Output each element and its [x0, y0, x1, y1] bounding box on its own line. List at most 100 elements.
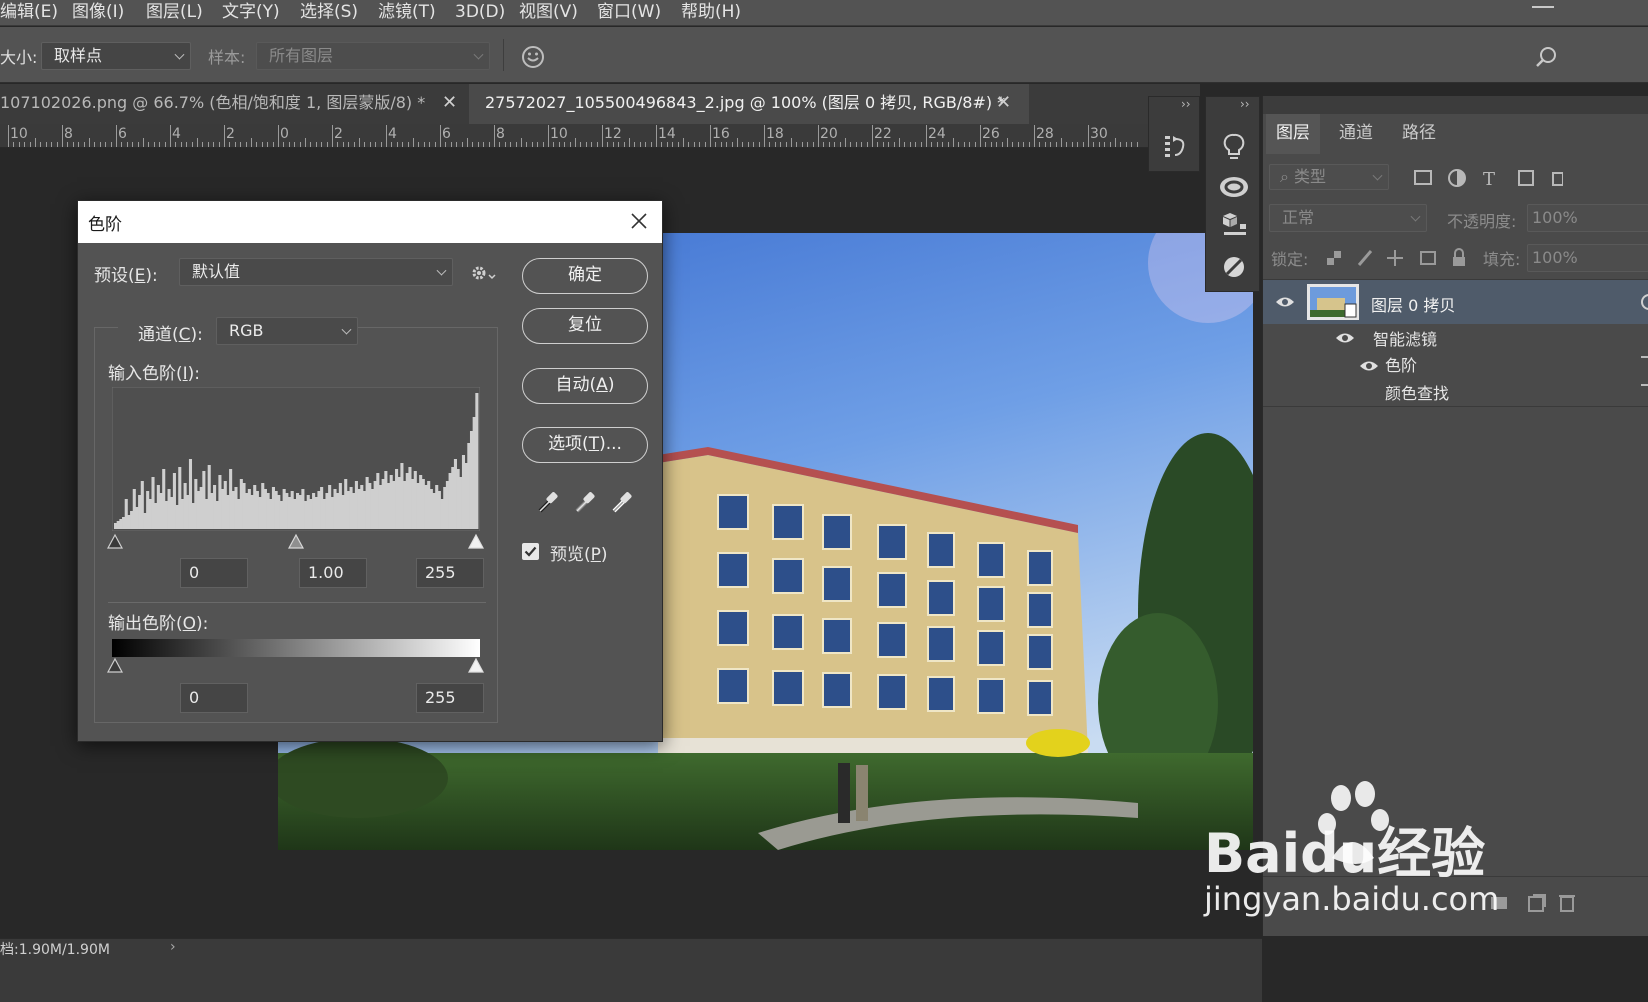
search-icon[interactable] [1534, 44, 1560, 70]
input-black-slider[interactable] [106, 533, 124, 549]
ruler-tick [402, 142, 404, 147]
input-white-field[interactable]: 255 [416, 558, 484, 588]
histogram-bar [296, 493, 300, 529]
input-slider-track[interactable] [106, 533, 486, 551]
filter-levels-item[interactable]: 色阶 [1385, 352, 1417, 376]
channel-select[interactable]: RGB [216, 317, 358, 345]
fill-input[interactable]: 100% [1527, 244, 1648, 272]
histogram-bar [456, 469, 460, 529]
tab-paths[interactable]: 路径 [1392, 114, 1446, 154]
input-black-field[interactable]: 0 [180, 558, 248, 588]
input-gamma-field[interactable]: 1.00 [299, 558, 367, 588]
blend-mode-select[interactable]: 正常 [1269, 204, 1427, 232]
menu-window[interactable]: 窗口(W) [597, 0, 661, 26]
layer-row[interactable]: 图层 0 拷贝 [1263, 280, 1648, 324]
history-icon[interactable] [1163, 133, 1189, 161]
histogram-bar [277, 495, 281, 529]
output-white-field[interactable]: 255 [416, 683, 484, 713]
output-black-slider[interactable] [106, 657, 124, 673]
menu-view[interactable]: 视图(V) [519, 0, 578, 26]
input-gamma-slider[interactable] [287, 533, 305, 549]
menu-edit[interactable]: 编辑(E) [0, 0, 58, 26]
sample-size-label: 大小: [0, 48, 38, 67]
layer-filter-select[interactable]: ⌕ 类型 [1269, 164, 1389, 190]
visibility-eye-icon[interactable] [1275, 296, 1295, 308]
ruler-tick [348, 142, 350, 147]
histogram-bar [336, 493, 340, 529]
creative-cloud-icon[interactable] [1218, 175, 1250, 199]
gear-icon[interactable] [470, 263, 496, 283]
menu-type[interactable]: 文字(Y) [222, 0, 280, 26]
close-icon[interactable] [630, 212, 648, 230]
options-button[interactable]: 选项(T)... [522, 427, 648, 463]
opacity-input[interactable]: 100% [1527, 204, 1648, 232]
menu-help[interactable]: 帮助(H) [681, 0, 741, 26]
visibility-eye-icon[interactable] [1335, 332, 1355, 344]
menu-image[interactable]: 图像(I) [72, 0, 124, 26]
output-slider-track[interactable] [106, 657, 486, 675]
lock-icons[interactable] [1325, 248, 1473, 268]
gray-eyedropper-icon[interactable] [575, 491, 595, 513]
histogram-bar [253, 485, 257, 529]
layer-filter-icons[interactable]: T [1413, 168, 1563, 188]
filter-options-icon[interactable] [1641, 356, 1648, 358]
close-icon[interactable]: ✕ [996, 84, 1011, 122]
auto-button[interactable]: 自动(A) [522, 368, 648, 404]
histogram-bar [290, 491, 294, 529]
ruler-tick [413, 138, 414, 147]
preview-label[interactable]: 预览(P) [550, 540, 608, 565]
3d-cube-icon[interactable] [1222, 211, 1248, 239]
close-icon[interactable]: ✕ [442, 84, 457, 122]
histogram-bar [443, 487, 447, 529]
visibility-eye-icon[interactable] [1359, 360, 1379, 372]
ruler-tick [1007, 138, 1008, 147]
input-white-slider[interactable] [467, 533, 485, 549]
white-eyedropper-icon[interactable] [612, 491, 632, 513]
ruler-tick [1017, 142, 1019, 147]
ruler-tick [909, 142, 911, 147]
menu-select[interactable]: 选择(S) [300, 0, 358, 26]
svg-text:T: T [1483, 169, 1495, 188]
histogram-bar [451, 467, 455, 529]
output-white-slider[interactable] [467, 657, 485, 673]
menu-3d[interactable]: 3D(D) [455, 0, 505, 26]
histogram-bar [432, 493, 436, 529]
adjustments-icon[interactable] [1222, 255, 1246, 279]
output-black-field[interactable]: 0 [180, 683, 248, 713]
ruler-tick [564, 142, 566, 147]
ruler-tick [51, 142, 53, 147]
tab-document-1[interactable]: 107102026.png @ 66.7% (色相/饱和度 1, 图层蒙版/8)… [0, 84, 468, 124]
black-eyedropper-icon[interactable] [538, 491, 558, 513]
target-adjust-icon[interactable] [520, 44, 546, 70]
lock-label: 锁定: [1271, 250, 1309, 269]
sample-layers-select[interactable]: 所有图层 [256, 42, 490, 70]
tab-channels[interactable]: 通道 [1329, 114, 1383, 154]
tab-layers[interactable]: 图层 [1266, 114, 1320, 154]
filter-options-icon[interactable] [1641, 384, 1648, 386]
ok-button[interactable]: 确定 [522, 258, 648, 294]
ruler-tick [191, 142, 193, 147]
ruler-tick [656, 125, 657, 147]
filter-color-lookup-item[interactable]: 颜色查找 [1385, 380, 1449, 404]
ruler-tick [132, 142, 134, 147]
menu-layer[interactable]: 图层(L) [146, 0, 203, 26]
preset-select[interactable]: 默认值 [179, 258, 453, 286]
sample-size-select[interactable]: 取样点 [41, 42, 191, 70]
ruler-tick [186, 142, 188, 147]
reset-button[interactable]: 复位 [522, 308, 648, 344]
collapse-chevron-icon[interactable]: ›› [1181, 97, 1191, 111]
collapse-chevron-icon[interactable]: ›› [1240, 97, 1250, 111]
ruler-tick [515, 142, 517, 147]
histogram-bar [392, 481, 396, 529]
minimize-button[interactable] [1532, 6, 1554, 8]
ruler-tick [1023, 142, 1025, 147]
status-menu-arrow-icon[interactable]: › [170, 939, 176, 955]
opacity-label: 不透明度: [1447, 212, 1517, 231]
smart-filters-label[interactable]: 智能滤镜 [1373, 326, 1437, 350]
menu-filter[interactable]: 滤镜(T) [378, 0, 436, 26]
tab-document-2[interactable]: 27572027_105500496843_2.jpg @ 100% (图层 0… [469, 84, 1029, 124]
histogram-bar [247, 489, 251, 529]
preview-checkbox[interactable] [522, 543, 539, 560]
ruler-label: 6 [442, 126, 451, 142]
lightbulb-icon[interactable] [1222, 133, 1246, 163]
